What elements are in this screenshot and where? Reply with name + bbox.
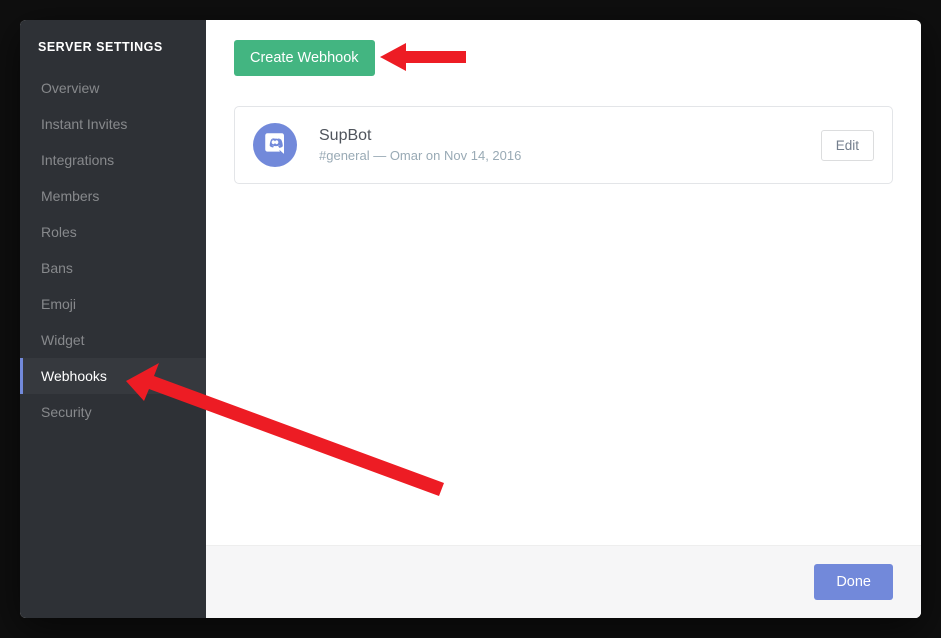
sidebar-item-security[interactable]: Security <box>20 394 206 430</box>
sidebar-item-label: Members <box>41 188 99 204</box>
sidebar-item-widget[interactable]: Widget <box>20 322 206 358</box>
sidebar-item-label: Instant Invites <box>41 116 127 132</box>
webhook-meta: #general — Omar on Nov 14, 2016 <box>319 148 821 163</box>
sidebar-item-label: Integrations <box>41 152 114 168</box>
sidebar-item-label: Overview <box>41 80 99 96</box>
discord-icon <box>262 130 288 161</box>
create-webhook-button[interactable]: Create Webhook <box>234 40 375 76</box>
sidebar-item-roles[interactable]: Roles <box>20 214 206 250</box>
sidebar-item-label: Bans <box>41 260 73 276</box>
sidebar-item-bans[interactable]: Bans <box>20 250 206 286</box>
sidebar-item-label: Roles <box>41 224 77 240</box>
sidebar-item-emoji[interactable]: Emoji <box>20 286 206 322</box>
sidebar-item-integrations[interactable]: Integrations <box>20 142 206 178</box>
sidebar-item-overview[interactable]: Overview <box>20 70 206 106</box>
webhook-avatar <box>253 123 297 167</box>
webhook-name: SupBot <box>319 127 821 145</box>
content-area: Create Webhook SupBot #general — Omar on… <box>206 20 921 545</box>
sidebar-item-label: Webhooks <box>41 368 107 384</box>
sidebar-item-label: Security <box>41 404 92 420</box>
done-button[interactable]: Done <box>814 564 893 600</box>
sidebar-item-instant-invites[interactable]: Instant Invites <box>20 106 206 142</box>
main-panel: Create Webhook SupBot #general — Omar on… <box>206 20 921 618</box>
sidebar: SERVER SETTINGS Overview Instant Invites… <box>20 20 206 618</box>
sidebar-item-label: Widget <box>41 332 85 348</box>
sidebar-item-webhooks[interactable]: Webhooks <box>20 358 206 394</box>
sidebar-item-members[interactable]: Members <box>20 178 206 214</box>
webhook-info: SupBot #general — Omar on Nov 14, 2016 <box>319 127 821 163</box>
edit-webhook-button[interactable]: Edit <box>821 130 874 161</box>
footer: Done <box>206 545 921 618</box>
webhook-card: SupBot #general — Omar on Nov 14, 2016 E… <box>234 106 893 184</box>
settings-modal: SERVER SETTINGS Overview Instant Invites… <box>20 20 921 618</box>
sidebar-item-label: Emoji <box>41 296 76 312</box>
sidebar-title: SERVER SETTINGS <box>20 40 206 70</box>
